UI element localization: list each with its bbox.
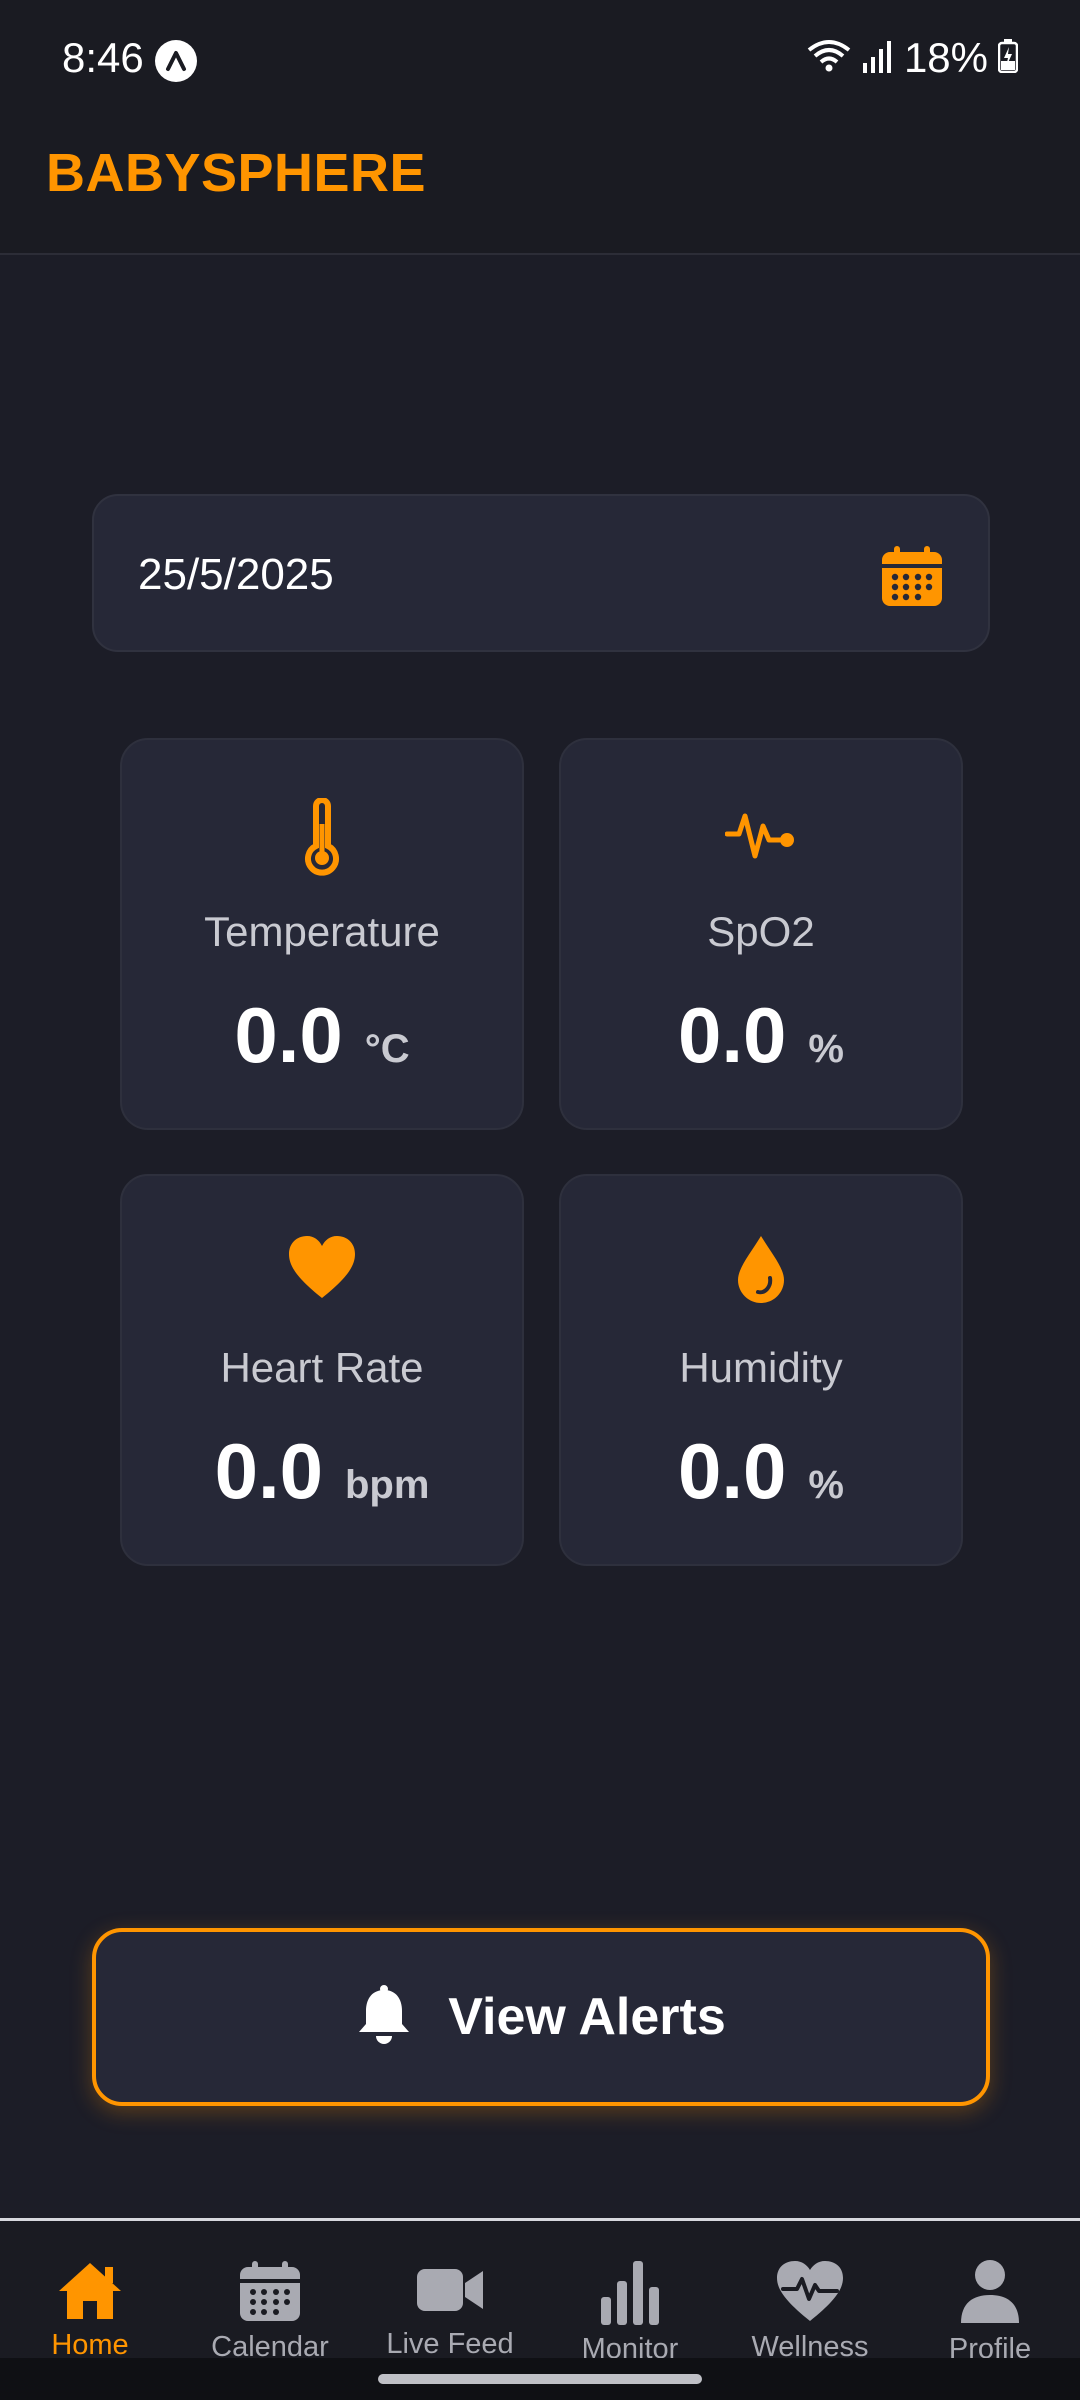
view-alerts-button[interactable]: View Alerts — [92, 1928, 990, 2106]
navigation-app-icon — [155, 40, 197, 82]
metric-unit: bpm — [345, 1463, 430, 1507]
calendar-icon — [238, 2259, 302, 2323]
home-gesture-bar[interactable] — [378, 2374, 702, 2384]
metric-reading: 0.0 % — [561, 1426, 961, 1517]
heart-icon — [122, 1234, 522, 1314]
metric-reading: 0.0 % — [561, 990, 961, 1081]
heart-pulse-icon — [775, 2259, 845, 2323]
thermometer-icon — [122, 798, 522, 878]
nav-profile[interactable]: Profile — [900, 2221, 1080, 2365]
nav-home[interactable]: Home — [0, 2221, 180, 2361]
water-drop-icon — [561, 1234, 961, 1314]
metric-label: Humidity — [679, 1344, 843, 1391]
metric-value: 0.0 — [677, 1427, 787, 1515]
screen: 8:46 18% BABYSPHERE 25/5/2025 Temperatur… — [0, 0, 1080, 2400]
user-icon — [959, 2259, 1021, 2325]
temperature-card: Temperature 0.0 °C — [120, 738, 524, 1130]
home-icon — [57, 2259, 123, 2321]
date-picker[interactable]: 25/5/2025 — [92, 494, 990, 652]
view-alerts-label: View Alerts — [448, 1988, 726, 2046]
metric-label: Temperature — [204, 908, 440, 955]
metric-reading: 0.0 bpm — [122, 1426, 522, 1517]
status-indicators: 18% — [806, 34, 1019, 82]
battery-percentage: 18% — [903, 34, 988, 81]
metric-reading: 0.0 °C — [122, 990, 522, 1081]
pulse-icon — [561, 798, 961, 878]
video-camera-icon — [415, 2259, 485, 2320]
nav-monitor[interactable]: Monitor — [540, 2221, 720, 2365]
calendar-icon[interactable] — [880, 544, 944, 608]
battery-charging-icon — [997, 38, 1019, 78]
status-bar: 8:46 18% — [0, 0, 1080, 120]
bell-icon — [356, 1984, 412, 2051]
metric-value: 0.0 — [677, 991, 787, 1079]
heart-rate-card: Heart Rate 0.0 bpm — [120, 1174, 524, 1566]
wifi-icon — [806, 38, 852, 79]
metric-value: 0.0 — [234, 991, 343, 1079]
nav-label: Live Feed — [386, 2328, 514, 2360]
metric-label: Heart Rate — [220, 1344, 424, 1391]
humidity-card: Humidity 0.0 % — [559, 1174, 963, 1566]
metric-value: 0.0 — [214, 1427, 323, 1515]
bottom-navigation: Home Calendar Live Feed Monitor Wellness… — [0, 2218, 1080, 2365]
spo2-card: SpO2 0.0 % — [559, 738, 963, 1130]
metric-unit: % — [808, 1463, 844, 1507]
bar-chart-icon — [599, 2259, 661, 2325]
nav-wellness[interactable]: Wellness — [720, 2221, 900, 2363]
metric-unit: % — [808, 1027, 844, 1071]
app-header: BABYSPHERE — [0, 120, 1080, 255]
selected-date: 25/5/2025 — [138, 550, 334, 599]
nav-live-feed[interactable]: Live Feed — [360, 2221, 540, 2361]
status-time: 8:46 — [62, 34, 144, 81]
cellular-signal-icon — [862, 39, 894, 78]
app-title: BABYSPHERE — [46, 143, 427, 203]
metric-label: SpO2 — [707, 908, 815, 955]
nav-calendar[interactable]: Calendar — [180, 2221, 360, 2363]
metric-unit: °C — [364, 1027, 410, 1071]
